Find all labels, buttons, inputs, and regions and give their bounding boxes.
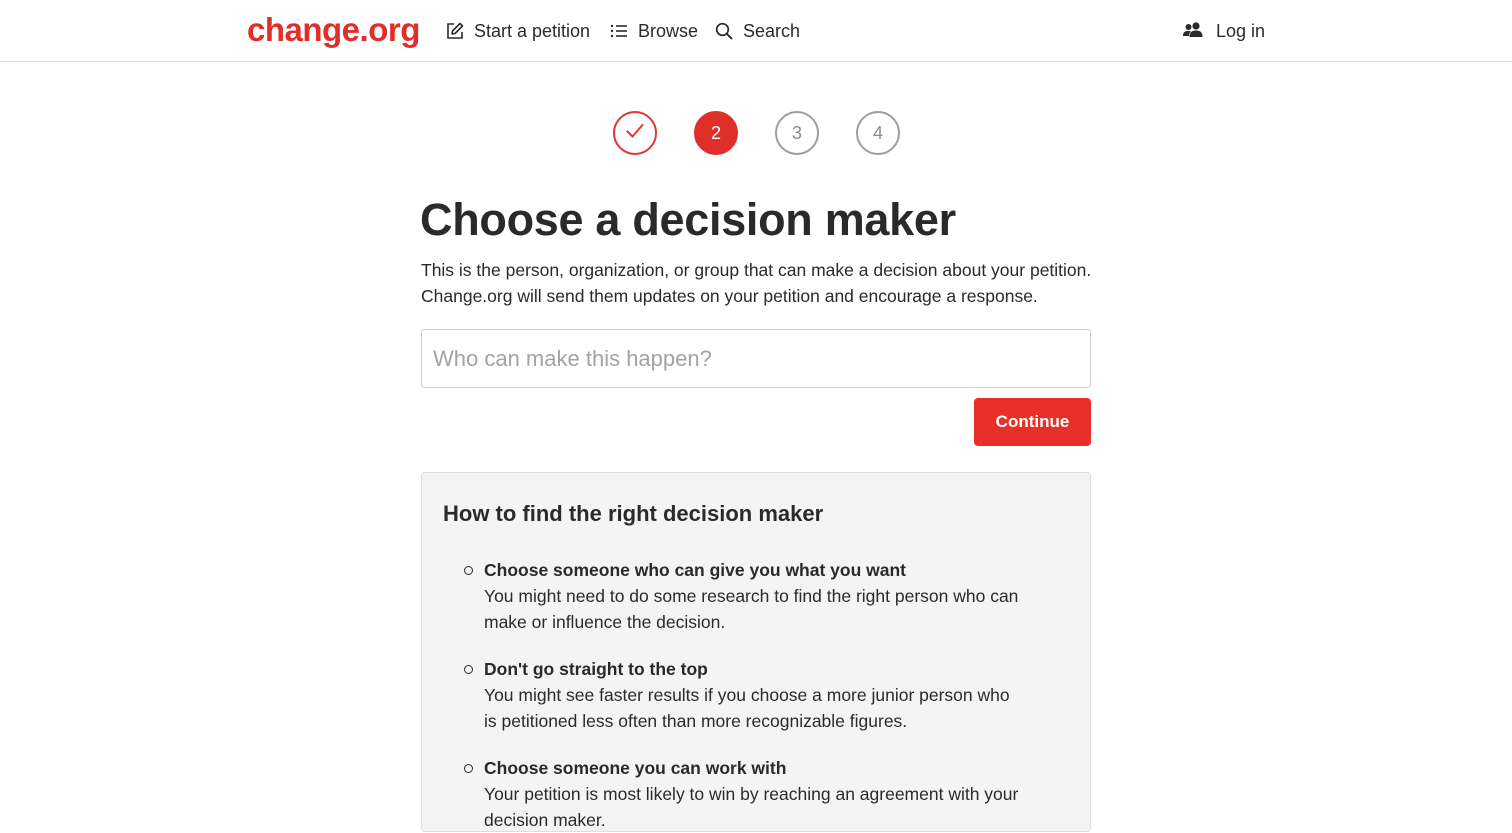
checkmark-icon bbox=[624, 120, 646, 147]
tip-body: You might need to do some research to fi… bbox=[484, 586, 1019, 632]
tip-heading: Don't go straight to the top bbox=[484, 659, 708, 679]
progress-stepper: 2 3 4 bbox=[613, 111, 903, 155]
list-item: Don't go straight to the top You might s… bbox=[464, 656, 1024, 734]
nav-login[interactable]: Log in bbox=[1182, 19, 1265, 43]
page-title: Choose a decision maker bbox=[420, 194, 956, 245]
nav-start-petition-label: Start a petition bbox=[474, 20, 591, 41]
step-4: 4 bbox=[856, 111, 900, 155]
nav-browse[interactable]: Browse bbox=[608, 19, 698, 43]
intro-text: This is the person, organization, or gro… bbox=[421, 260, 1092, 306]
nav-browse-label: Browse bbox=[638, 20, 699, 41]
step-2-active: 2 bbox=[694, 111, 738, 155]
nav-start-petition[interactable]: Start a petition bbox=[444, 19, 590, 43]
tips-title: How to find the right decision maker bbox=[443, 501, 824, 526]
decision-maker-input[interactable] bbox=[421, 329, 1091, 388]
nav-login-label: Log in bbox=[1216, 20, 1266, 41]
list-item: Choose someone who can give you what you… bbox=[464, 557, 1024, 635]
tip-body: Your petition is most likely to win by r… bbox=[484, 784, 1019, 830]
search-icon bbox=[713, 20, 735, 42]
nav-search-label: Search bbox=[743, 20, 801, 41]
edit-icon bbox=[444, 20, 466, 42]
list-item: Choose someone you can work with Your pe… bbox=[464, 755, 1024, 833]
site-header: change.org Start a petition Browse Searc… bbox=[0, 0, 1512, 62]
tip-heading: Choose someone you can work with bbox=[484, 758, 787, 778]
tips-panel: How to find the right decision maker Cho… bbox=[421, 472, 1091, 832]
step-1-completed bbox=[613, 111, 657, 155]
nav-search[interactable]: Search bbox=[713, 19, 800, 43]
continue-button[interactable]: Continue bbox=[974, 398, 1091, 446]
tip-body: You might see faster results if you choo… bbox=[484, 685, 1010, 731]
step-3: 3 bbox=[775, 111, 819, 155]
change-org-logo[interactable]: change.org bbox=[247, 12, 420, 48]
tip-heading: Choose someone who can give you what you… bbox=[484, 560, 907, 580]
list-icon bbox=[608, 20, 630, 42]
users-icon bbox=[1182, 20, 1204, 42]
